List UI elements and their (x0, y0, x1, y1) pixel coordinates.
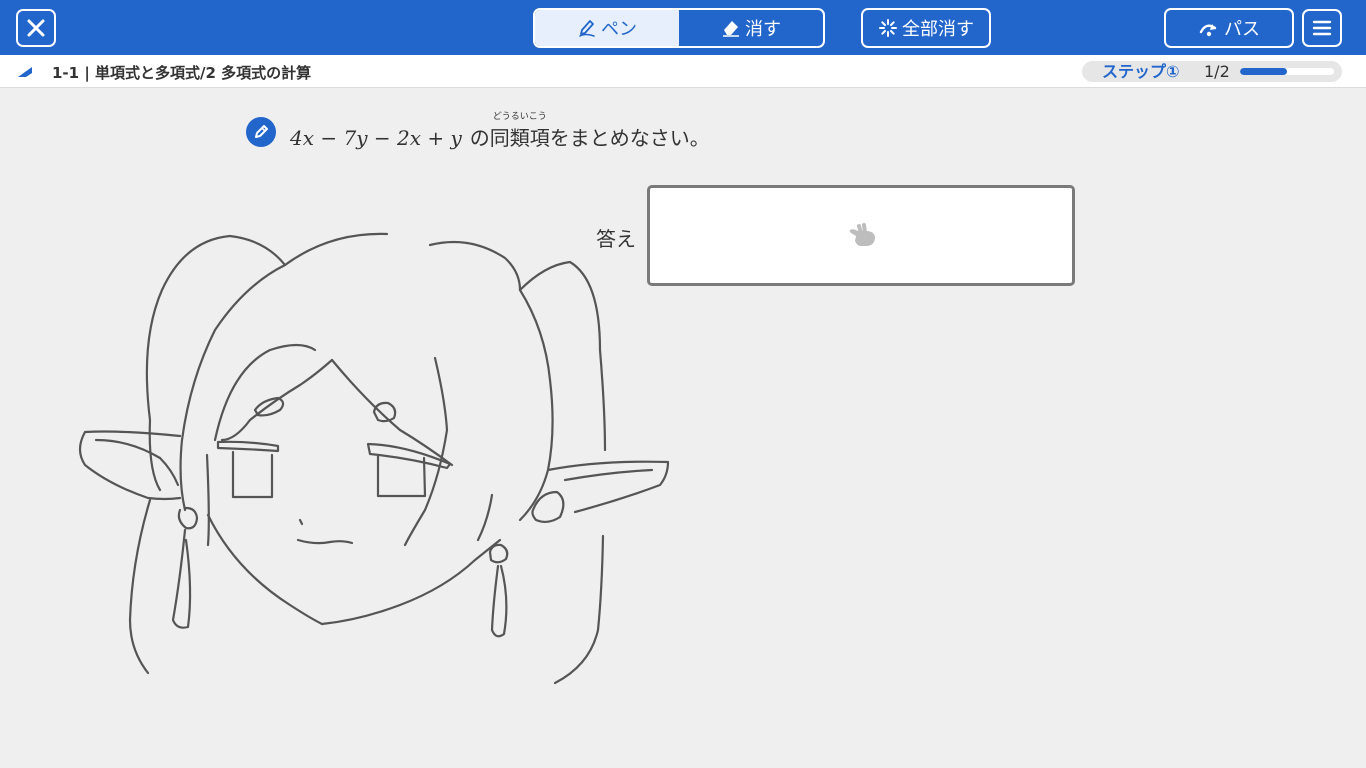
burst-icon (879, 19, 897, 37)
clear-all-button[interactable]: 全部消す (861, 8, 991, 48)
lesson-header: 1-1 | 単項式と多項式/2 多項式の計算 ステップ① 1/2 (0, 55, 1366, 88)
top-toolbar: ペン 消す 全部消す パス (0, 0, 1366, 55)
step-count: 1/2 (1204, 62, 1230, 81)
step-progress-fill (1240, 68, 1287, 75)
tap-hand-icon (849, 223, 875, 246)
pencil-question-icon (246, 117, 276, 147)
step-progress-bar (1240, 68, 1334, 75)
hamburger-menu-icon (1312, 20, 1332, 36)
pen-label: ペン (601, 19, 637, 40)
pen-icon (579, 20, 595, 37)
question-instruction: をまとめなさい。 (549, 126, 710, 150)
tool-selector: ペン 消す (533, 8, 825, 48)
drawing-canvas[interactable] (0, 0, 1366, 768)
answer-input[interactable] (647, 185, 1075, 286)
step-label: ステップ① (1102, 62, 1180, 81)
breadcrumb: 1-1 | 単項式と多項式/2 多項式の計算 (52, 64, 312, 82)
step-indicator: ステップ① 1/2 (1082, 61, 1342, 82)
ruler-triangle-icon (18, 67, 32, 77)
close-icon (27, 19, 45, 37)
close-button[interactable] (16, 9, 56, 47)
answer-label: 答え (596, 227, 636, 251)
pass-label: パス (1224, 19, 1260, 40)
pen-strokes (78, 232, 670, 685)
menu-button[interactable] (1302, 9, 1342, 47)
question-particle: の (469, 126, 490, 150)
eraser-label: 消す (745, 19, 781, 40)
question-text: 4x − 7y − 2x + y のどうるいこう同類項をまとめなさい。 (290, 112, 710, 151)
pen-tool-button[interactable]: ペン (535, 10, 679, 46)
question-term: どうるいこう 同類項 (489, 112, 550, 151)
eraser-icon (723, 21, 739, 37)
term-text: 同類項 (489, 126, 550, 150)
skip-arrow-icon (1199, 24, 1217, 37)
question-expression: 4x − 7y − 2x + y (290, 126, 462, 150)
pass-button[interactable]: パス (1164, 8, 1294, 48)
eraser-tool-button[interactable]: 消す (679, 10, 823, 46)
clear-all-label: 全部消す (902, 19, 974, 40)
term-furigana: どうるいこう (492, 112, 547, 122)
pencil-icon (255, 125, 268, 138)
